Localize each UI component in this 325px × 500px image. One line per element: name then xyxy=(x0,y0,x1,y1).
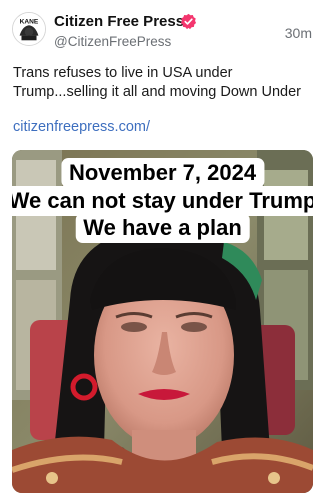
kane-logo-icon: KANE xyxy=(13,13,45,45)
post-timestamp[interactable]: 30m xyxy=(285,25,312,41)
author-handle[interactable]: @CitizenFreePress xyxy=(54,34,171,49)
author-name[interactable]: Citizen Free Press xyxy=(54,13,184,30)
post-text: Trans refuses to live in USA under Trump… xyxy=(13,65,301,100)
avatar-logo-text: KANE xyxy=(20,18,39,25)
video-caption-line-2: We can not stay under Trump xyxy=(12,186,313,216)
author-avatar[interactable]: KANE xyxy=(12,12,46,46)
post-link[interactable]: citizenfreepress.com/ xyxy=(13,119,150,135)
video-caption-line-1: November 7, 2024 xyxy=(60,158,265,188)
post-card[interactable]: KANE Citizen Free Press @CitizenFreePres… xyxy=(0,0,325,500)
post-media-video[interactable]: November 7, 2024 We can not stay under T… xyxy=(12,150,313,493)
video-caption-line-3: We have a plan xyxy=(75,213,250,243)
verified-badge-icon xyxy=(180,13,197,30)
